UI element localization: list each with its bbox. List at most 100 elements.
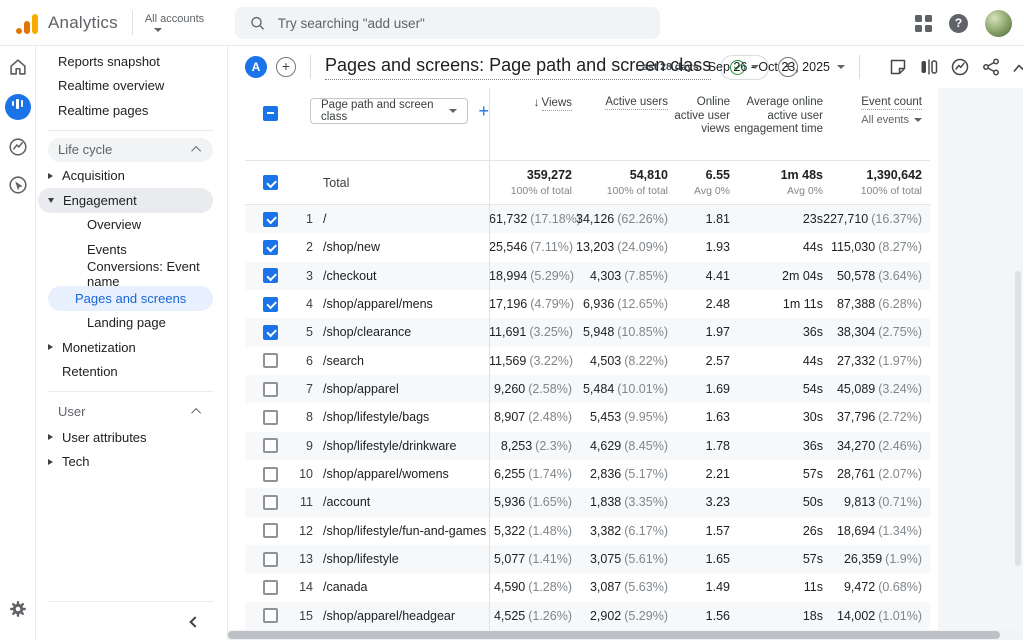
advertising-icon[interactable] bbox=[7, 174, 29, 196]
column-header-active-users[interactable]: Active users bbox=[572, 96, 668, 110]
table-row[interactable]: 14 /canada 4,590(1.28%) 3,087(5.63%) 1.4… bbox=[245, 573, 930, 601]
column-header-online-views[interactable]: Online active user views bbox=[668, 96, 730, 137]
date-preset-label: Last 28 days bbox=[636, 61, 699, 73]
global-search[interactable] bbox=[235, 7, 660, 39]
sidebar-item-realtime-overview[interactable]: Realtime overview bbox=[36, 74, 227, 99]
sidebar-item-user-attributes[interactable]: User attributes bbox=[36, 425, 213, 450]
table-row[interactable]: 4 /shop/apparel/mens 17,196(4.79%) 6,936… bbox=[245, 290, 930, 318]
admin-gear-icon[interactable] bbox=[8, 599, 28, 624]
divider bbox=[859, 55, 860, 79]
engagement-time-cell: 11s bbox=[730, 580, 823, 594]
table-row[interactable]: 2 /shop/new 25,546(7.11%) 13,203(24.09%)… bbox=[245, 233, 930, 261]
comparison-icon[interactable] bbox=[919, 57, 939, 77]
row-page-path: /shop/clearance bbox=[323, 325, 489, 339]
sidebar-item-pages-and-screens[interactable]: Pages and screens bbox=[48, 286, 213, 311]
row-checkbox[interactable] bbox=[263, 552, 278, 567]
date-range-picker[interactable]: Sep 26 - Oct 23, 2025 bbox=[708, 60, 845, 74]
explore-trend-icon[interactable] bbox=[1012, 57, 1023, 77]
account-switcher[interactable]: All accounts bbox=[145, 13, 204, 32]
user-avatar[interactable] bbox=[985, 10, 1012, 37]
table-row[interactable]: 3 /checkout 18,994(5.29%) 4,303(7.85%) 4… bbox=[245, 262, 930, 290]
event-filter[interactable]: All events bbox=[861, 114, 922, 128]
event-count-cell: 26,359(1.9%) bbox=[823, 552, 930, 566]
section-header-user[interactable]: User bbox=[48, 399, 213, 423]
engagement-time-cell: 36s bbox=[730, 439, 823, 453]
event-count-cell: 14,002(1.01%) bbox=[823, 609, 930, 623]
table-row[interactable]: 12 /shop/lifestyle/fun-and-games 5,322(1… bbox=[245, 517, 930, 545]
engagement-time-cell: 2m 04s bbox=[730, 269, 823, 283]
sidebar-item-landing-page[interactable]: Landing page bbox=[48, 311, 213, 336]
row-checkbox[interactable] bbox=[263, 382, 278, 397]
table-row[interactable]: 9 /shop/lifestyle/drinkware 8,253(2.3%) … bbox=[245, 432, 930, 460]
note-icon[interactable] bbox=[888, 57, 908, 77]
table-row[interactable]: 1 / 61,732(17.18%) 34,126(62.26%) 1.81 2… bbox=[245, 205, 930, 233]
row-checkbox[interactable] bbox=[263, 325, 278, 340]
horizontal-scrollbar[interactable] bbox=[228, 631, 1000, 639]
apps-grid-icon[interactable] bbox=[915, 15, 932, 32]
online-views-cell: 2.57 bbox=[668, 354, 730, 368]
share-icon[interactable] bbox=[981, 57, 1001, 77]
table-row[interactable]: 7 /shop/apparel 9,260(2.58%) 5,484(10.01… bbox=[245, 375, 930, 403]
row-checkbox[interactable] bbox=[263, 240, 278, 255]
sidebar-item-realtime-pages[interactable]: Realtime pages bbox=[36, 98, 227, 123]
add-report-tab-icon[interactable]: + bbox=[276, 57, 296, 77]
vertical-scrollbar[interactable] bbox=[1015, 271, 1021, 566]
collapse-arrow-icon bbox=[48, 198, 54, 203]
row-checkbox[interactable] bbox=[263, 297, 278, 312]
row-checkbox[interactable] bbox=[263, 495, 278, 510]
online-views-cell: 1.97 bbox=[668, 325, 730, 339]
dimension-selector[interactable]: Page path and screen class bbox=[310, 98, 468, 124]
total-checkbox[interactable] bbox=[263, 175, 278, 190]
row-checkbox[interactable] bbox=[263, 353, 278, 368]
row-checkbox[interactable] bbox=[263, 410, 278, 425]
select-all-checkbox[interactable] bbox=[263, 106, 278, 121]
table-row[interactable]: 5 /shop/clearance 11,691(3.25%) 5,948(10… bbox=[245, 318, 930, 346]
active-users-cell: 4,503(8.22%) bbox=[572, 354, 668, 368]
table-row[interactable]: 13 /shop/lifestyle 5,077(1.41%) 3,075(5.… bbox=[245, 545, 930, 573]
row-checkbox[interactable] bbox=[263, 608, 278, 623]
table-row[interactable]: 11 /account 5,936(1.65%) 1,838(3.35%) 3.… bbox=[245, 488, 930, 516]
table-row[interactable]: 6 /search 11,569(3.22%) 4,503(8.22%) 2.5… bbox=[245, 347, 930, 375]
online-views-cell: 2.21 bbox=[668, 467, 730, 481]
row-rank: 13 bbox=[295, 552, 323, 566]
property-badge[interactable]: A bbox=[245, 56, 267, 78]
table-row[interactable]: 8 /shop/lifestyle/bags 8,907(2.48%) 5,45… bbox=[245, 403, 930, 431]
sidebar-item-tech[interactable]: Tech bbox=[36, 450, 213, 475]
row-checkbox[interactable] bbox=[263, 467, 278, 482]
account-switcher-label: All accounts bbox=[145, 13, 204, 25]
help-icon[interactable]: ? bbox=[949, 14, 968, 33]
sidebar-item-retention[interactable]: Retention bbox=[36, 360, 213, 385]
sidebar-item-reports-snapshot[interactable]: Reports snapshot bbox=[36, 49, 227, 74]
engagement-time-cell: 18s bbox=[730, 609, 823, 623]
sidebar-item-acquisition[interactable]: Acquisition bbox=[36, 164, 213, 189]
table-row[interactable]: 15 /shop/apparel/headgear 4,525(1.26%) 2… bbox=[245, 602, 930, 630]
section-header-life-cycle[interactable]: Life cycle bbox=[48, 138, 213, 162]
chevron-down-icon bbox=[914, 118, 922, 122]
row-checkbox[interactable] bbox=[263, 212, 278, 227]
column-header-event-count[interactable]: Event count All events bbox=[823, 96, 930, 127]
sort-desc-icon: ↓ bbox=[534, 95, 540, 109]
insights-icon[interactable] bbox=[950, 57, 970, 77]
row-checkbox[interactable] bbox=[263, 523, 278, 538]
views-cell: 8,253(2.3%) bbox=[489, 439, 572, 453]
search-input[interactable] bbox=[278, 16, 646, 31]
column-header-views[interactable]: ↓Views bbox=[489, 96, 572, 111]
engagement-time-cell: 36s bbox=[730, 325, 823, 339]
sidebar-item-monetization[interactable]: Monetization bbox=[36, 335, 213, 360]
home-icon[interactable] bbox=[7, 56, 29, 78]
sidebar-item-conversions[interactable]: Conversions: Event name bbox=[48, 262, 213, 287]
row-checkbox[interactable] bbox=[263, 580, 278, 595]
chevron-up-icon bbox=[191, 146, 201, 156]
sidebar-item-engagement[interactable]: Engagement bbox=[38, 188, 213, 213]
collapse-sidenav-icon[interactable] bbox=[189, 616, 200, 627]
row-checkbox[interactable] bbox=[263, 438, 278, 453]
row-checkbox[interactable] bbox=[263, 268, 278, 283]
column-header-avg-time[interactable]: Average online active user engagement ti… bbox=[730, 96, 823, 137]
add-dimension-icon[interactable]: + bbox=[478, 100, 489, 122]
sidebar-item-overview[interactable]: Overview bbox=[48, 213, 213, 238]
active-users-cell: 3,075(5.61%) bbox=[572, 552, 668, 566]
table-row[interactable]: 10 /shop/apparel/womens 6,255(1.74%) 2,8… bbox=[245, 460, 930, 488]
explore-icon[interactable] bbox=[7, 136, 29, 158]
reports-icon[interactable] bbox=[5, 94, 31, 120]
chevron-up-icon bbox=[191, 407, 201, 417]
